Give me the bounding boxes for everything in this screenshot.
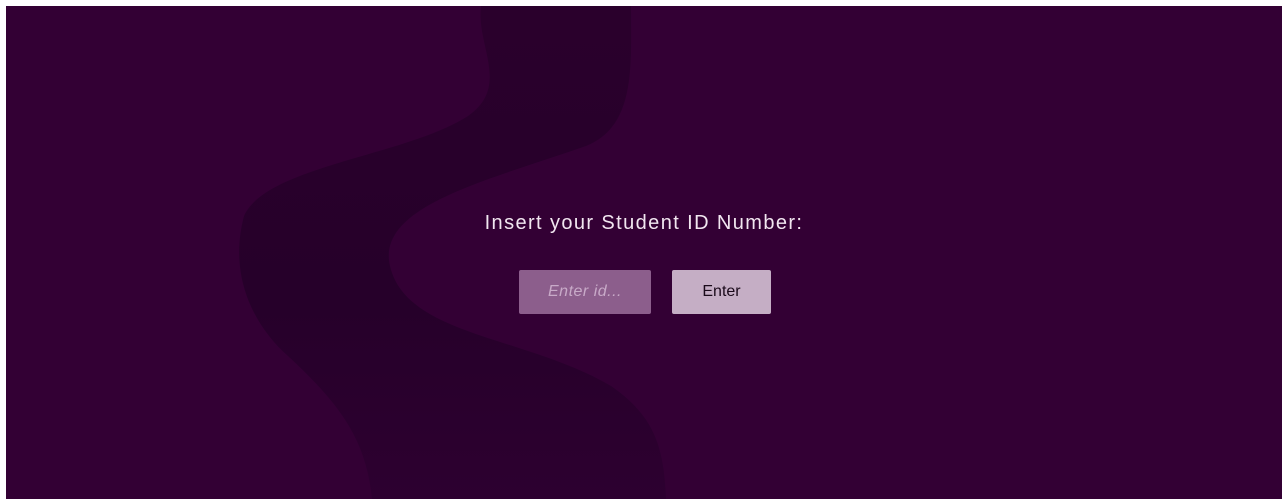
student-id-prompt: Insert your Student ID Number:	[484, 212, 804, 234]
student-id-input[interactable]	[519, 270, 651, 314]
enter-button[interactable]: Enter	[672, 270, 771, 314]
login-panel: Insert your Student ID Number: Enter	[6, 6, 1282, 499]
page-background: Insert your Student ID Number: Enter	[6, 6, 1282, 499]
